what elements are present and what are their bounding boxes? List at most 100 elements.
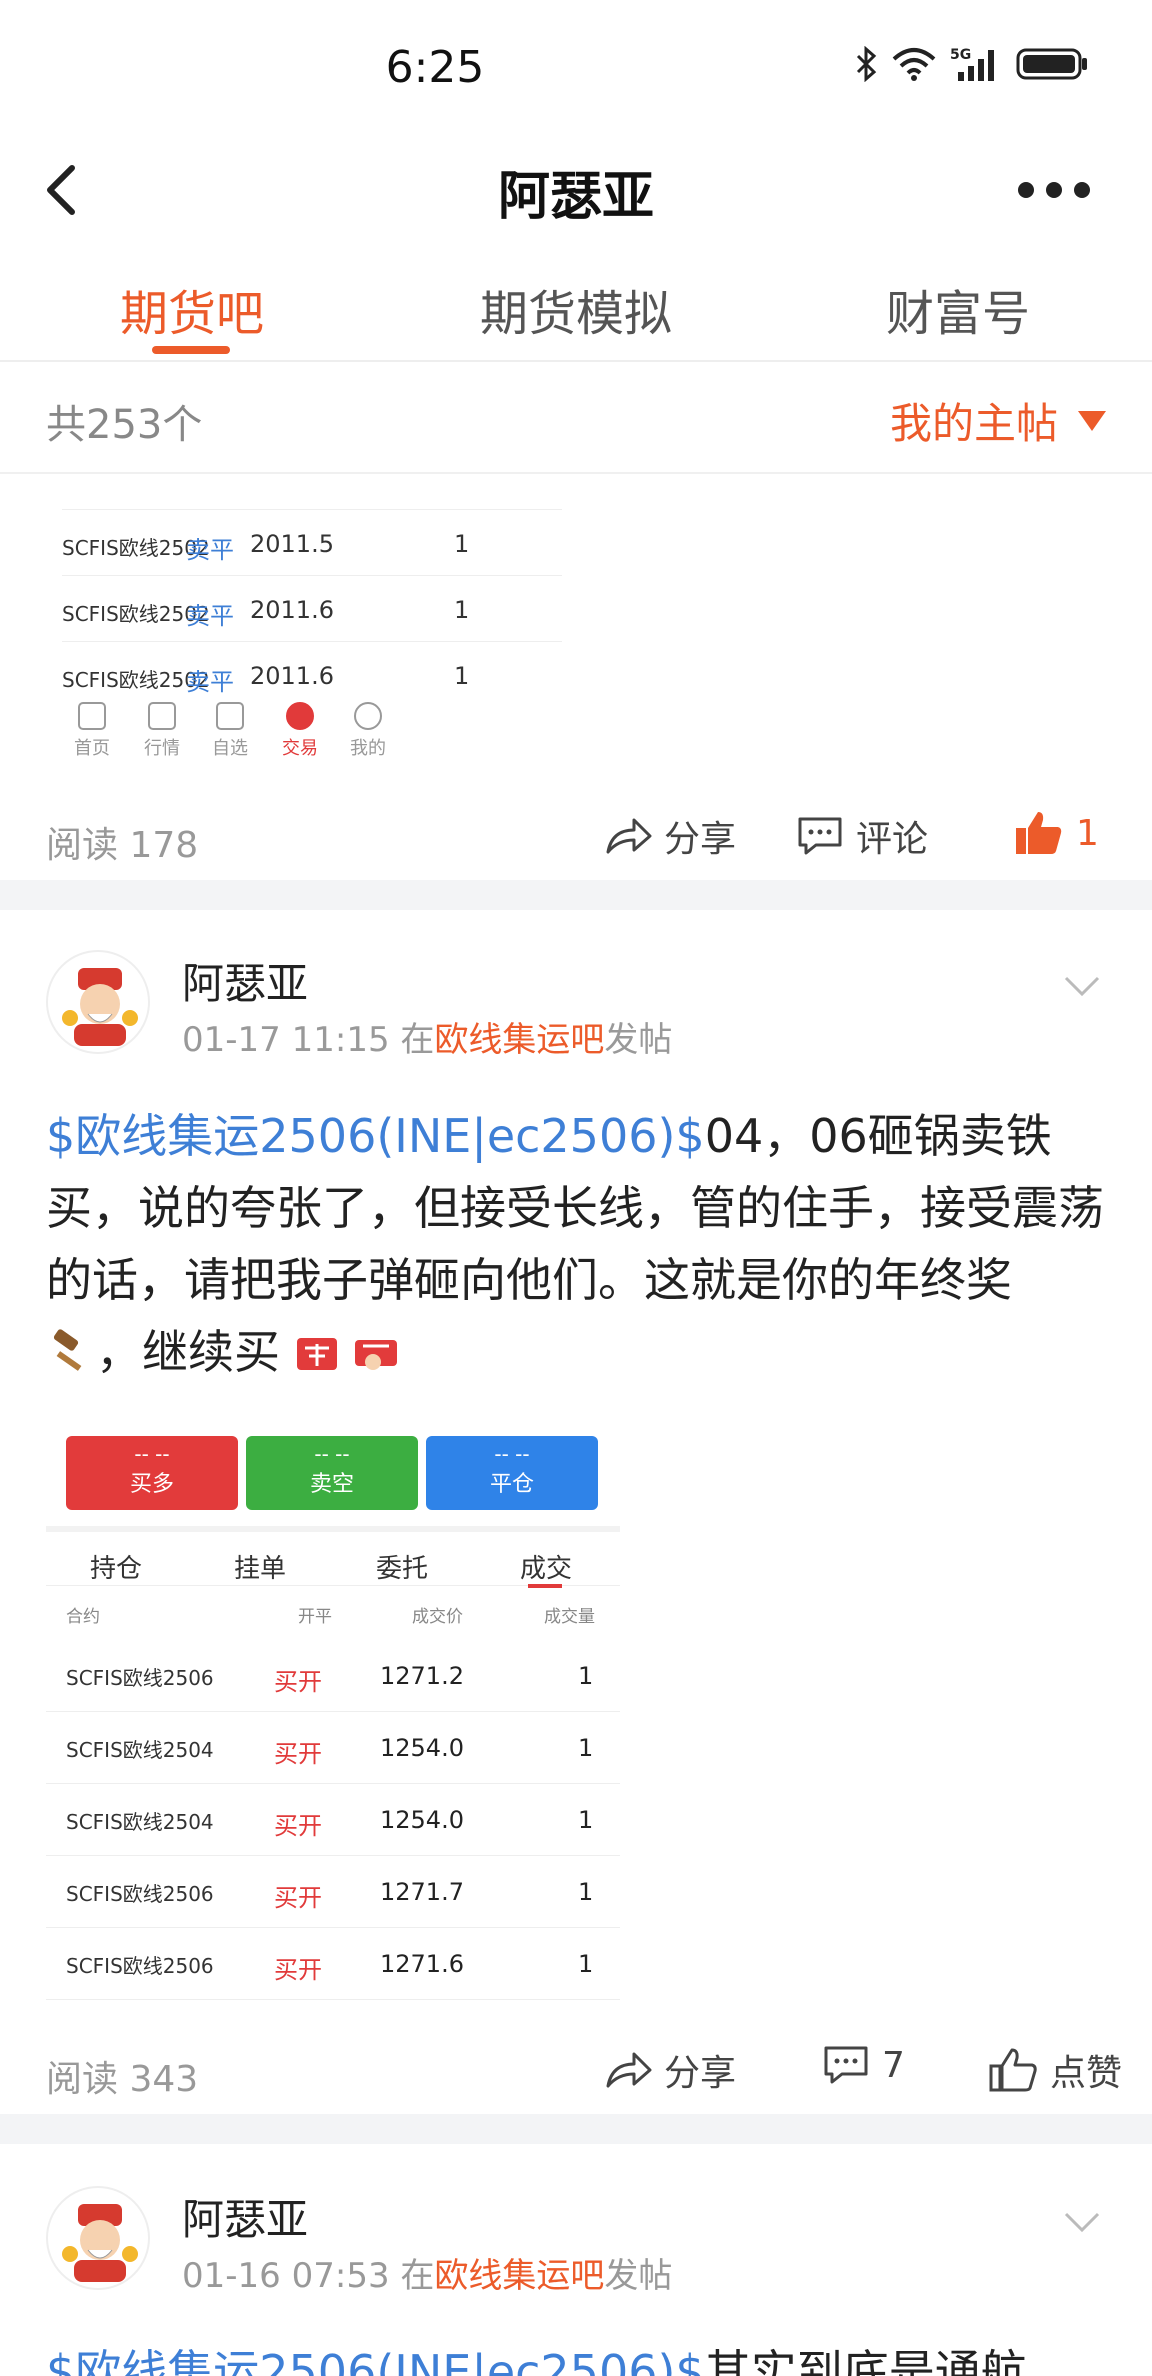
person-icon — [354, 702, 382, 730]
share-button[interactable]: 分享 — [604, 810, 736, 862]
read-count: 阅读 343 — [46, 2059, 199, 2100]
contract-cell: SCFIS欧线2504 — [66, 1738, 214, 1762]
price-cell: 1271.7 — [380, 1878, 464, 1906]
post1-actions: 阅读 178 分享 评论 1 — [0, 786, 1152, 886]
like-label: 点赞 — [1050, 2053, 1123, 2094]
avatar[interactable] — [46, 2186, 150, 2290]
share-label: 分享 — [664, 2053, 737, 2094]
subtab-pending: 挂单 — [234, 1554, 287, 1584]
god-of-wealth-avatar-icon — [62, 968, 138, 1046]
buy-long-button: -- -- 买多 — [66, 1436, 238, 1510]
post1-image[interactable]: SCFIS欧线2502 卖平 2011.5 1 SCFIS欧线2502 卖平 2… — [46, 474, 576, 774]
thumbs-up-icon — [989, 2048, 1037, 2092]
tab-futures-sim[interactable]: 期货模拟 — [480, 274, 672, 344]
side-cell: 买开 — [274, 1668, 322, 1696]
bar-link[interactable]: 欧线集运吧 — [434, 2256, 604, 2296]
qty-cell: 1 — [454, 662, 470, 690]
price-cell: 2011.6 — [250, 662, 334, 690]
status-time: 6:25 — [385, 42, 485, 93]
image-table-header: 合约 开平 成交价 成交量 — [46, 1594, 620, 1634]
home-nav: 首页 — [62, 702, 122, 760]
side-cell: 卖平 — [186, 602, 234, 630]
tab-wealth[interactable]: 财富号 — [886, 274, 1030, 344]
post3-body[interactable]: $欧线集运2506(INE|ec2506)$其实到底是通航 — [46, 2336, 1116, 2376]
subtab-fills: 成交 — [520, 1554, 573, 1584]
post-count: 共253个 — [46, 402, 203, 448]
status-bar: 6:25 5G — [0, 0, 1152, 130]
subtab-orders: 委托 — [376, 1554, 429, 1584]
comment-label: 评论 — [856, 819, 929, 860]
table-row: SCFIS欧线2504 买开 1254.0 1 — [46, 1712, 620, 1784]
side-cell: 买开 — [274, 1812, 322, 1840]
share-icon — [606, 818, 652, 854]
more-icon[interactable] — [1018, 182, 1090, 198]
market-nav: 行情 — [132, 702, 192, 760]
post-separator — [0, 880, 1152, 910]
post-text-2: ，继续买 — [96, 1325, 280, 1379]
tab-futures-bar[interactable]: 期货吧 — [120, 274, 264, 344]
watchlist-label: 自选 — [212, 738, 248, 759]
meta-in: 在 — [400, 1020, 435, 1060]
read-count: 阅读 178 — [46, 825, 199, 866]
battery-icon — [1016, 48, 1087, 80]
table-row: SCFIS欧线2502 卖平 2011.5 1 — [62, 510, 562, 576]
comment-button[interactable]: 7 — [822, 2044, 905, 2086]
meta-posted: 发帖 — [604, 1020, 673, 1060]
price-cell: 1271.2 — [380, 1662, 464, 1690]
share-icon — [606, 2052, 652, 2088]
post2-image[interactable]: -- -- 买多 -- -- 卖空 -- -- 平仓 持仓 挂单 委托 成交 合约 开… — [46, 1414, 620, 2000]
side-cell: 卖平 — [186, 536, 234, 564]
like-button[interactable]: 点赞 — [988, 2044, 1122, 2096]
buy-long-dash: -- -- — [134, 1442, 170, 1466]
author-name[interactable]: 阿瑟亚 — [182, 2186, 308, 2247]
comment-button[interactable]: 评论 — [796, 810, 928, 862]
price-cell: 2011.5 — [250, 530, 334, 558]
stock-tag[interactable]: $欧线集运2506(INE|ec2506)$ — [46, 2345, 705, 2376]
stock-tag[interactable]: $欧线集运2506(INE|ec2506)$ — [46, 1109, 705, 1163]
god-of-wealth-avatar-icon — [62, 2204, 138, 2282]
close-position-dash: -- -- — [494, 1442, 530, 1466]
subtab-indicator — [528, 1584, 562, 1588]
post-time: 01-16 07:53 — [182, 2256, 390, 2296]
table-row: SCFIS欧线2506 买开 1271.7 1 — [46, 1856, 620, 1928]
filter-bar: 共253个 我的主帖 — [0, 364, 1152, 474]
close-position-button: -- -- 平仓 — [426, 1436, 598, 1510]
qty-cell: 1 — [578, 1806, 594, 1834]
active-tab-indicator — [152, 346, 230, 354]
bar-link[interactable]: 欧线集运吧 — [434, 1020, 604, 1060]
my-posts-dropdown[interactable]: 我的主帖 — [890, 390, 1106, 451]
sell-short-label: 卖空 — [309, 1472, 354, 1497]
nav-bar: 阿瑟亚 — [0, 130, 1152, 250]
page-title: 阿瑟亚 — [497, 167, 654, 227]
chevron-down-icon[interactable] — [1062, 974, 1102, 998]
close-position-label: 平仓 — [489, 1472, 534, 1497]
sticker-icon — [355, 1340, 398, 1370]
price-cell: 1254.0 — [380, 1806, 464, 1834]
me-label: 我的 — [350, 738, 386, 759]
network-label: 5G — [950, 47, 971, 63]
chevron-down-icon[interactable] — [1062, 2210, 1102, 2234]
my-posts-label: 我的主帖 — [889, 399, 1058, 448]
post2-body[interactable]: $欧线集运2506(INE|ec2506)$04，06砸锅卖铁买，说的夸张了，但… — [46, 1100, 1116, 1388]
price-cell: 2011.6 — [250, 596, 334, 624]
table-row — [62, 474, 562, 510]
share-button[interactable]: 分享 — [604, 2044, 736, 2096]
contract-cell: SCFIS欧线2506 — [66, 1666, 214, 1690]
post2-actions: 阅读 343 分享 7 点赞 — [0, 2020, 1152, 2120]
side-cell: 买开 — [274, 1740, 322, 1768]
home-icon — [78, 702, 106, 730]
avatar[interactable] — [46, 950, 150, 1054]
gavel-icon — [53, 1329, 82, 1371]
like-count: 1 — [1076, 812, 1099, 854]
side-cell: 买开 — [274, 1884, 322, 1912]
like-button[interactable]: 1 — [1014, 810, 1099, 856]
post3-header: 阿瑟亚 01-16 07:53 在欧线集运吧发帖 — [0, 2186, 1152, 2316]
price-cell: 1254.0 — [380, 1734, 464, 1762]
table-row: SCFIS欧线2506 买开 1271.2 1 — [46, 1640, 620, 1712]
author-name[interactable]: 阿瑟亚 — [182, 950, 308, 1011]
table-row: SCFIS欧线2502 卖平 2011.6 1 — [62, 576, 562, 642]
qty-cell: 1 — [578, 1662, 594, 1690]
header-price: 成交价 — [412, 1607, 463, 1627]
plus-box-icon — [216, 702, 244, 730]
subtab-positions: 持仓 — [90, 1554, 143, 1584]
